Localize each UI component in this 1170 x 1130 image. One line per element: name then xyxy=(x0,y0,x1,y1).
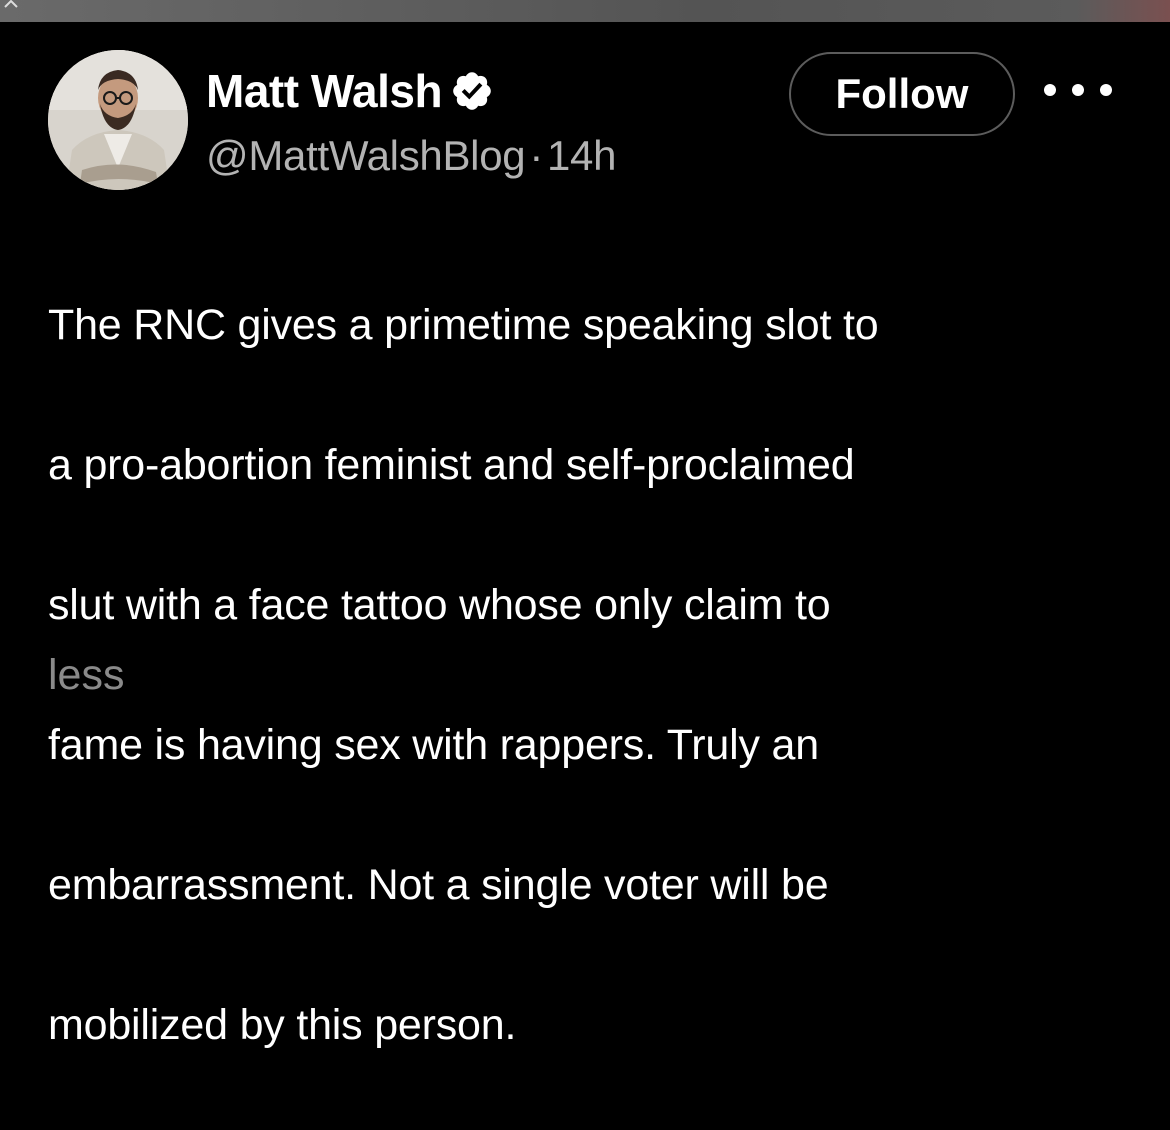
previous-content-strip xyxy=(0,0,1170,22)
more-dot xyxy=(1072,84,1084,96)
author-display-name[interactable]: Matt Walsh xyxy=(206,64,443,118)
author-handle-row[interactable]: @MattWalshBlog·14h xyxy=(206,132,616,180)
tweet-timestamp[interactable]: 14h xyxy=(547,132,616,179)
more-horizontal-icon xyxy=(1044,84,1056,96)
chevron-up-icon xyxy=(4,0,18,8)
tweet-text-line: a pro-abortion feminist and self-proclai… xyxy=(48,441,855,489)
show-less-link[interactable]: less xyxy=(48,640,124,710)
avatar[interactable] xyxy=(48,50,188,190)
tweet-text-line: embarrassment. Not a single voter will b… xyxy=(48,861,829,909)
author-handle[interactable]: @MattWalshBlog xyxy=(206,132,526,179)
tweet-text-line: fame is having sex with rappers. Truly a… xyxy=(48,721,819,769)
tweet-text-line: The RNC gives a primetime speaking slot … xyxy=(48,301,879,349)
follow-button[interactable]: Follow xyxy=(789,52,1015,136)
verified-badge-icon xyxy=(453,72,491,110)
more-options-button[interactable] xyxy=(1044,70,1112,110)
more-dot xyxy=(1100,84,1112,96)
tweet-text-line: mobilized by this person. xyxy=(48,1001,517,1049)
separator-dot: · xyxy=(529,132,543,179)
tweet-body: The RNC gives a primetime speaking slot … xyxy=(48,220,1128,1130)
author-name-row[interactable]: Matt Walsh xyxy=(206,64,494,118)
tweet-card[interactable]: Matt Walsh @MattWalshBlog·14h Follow The… xyxy=(0,22,1170,1049)
tweet-text-line: slut with a face tattoo whose only claim… xyxy=(48,581,831,629)
